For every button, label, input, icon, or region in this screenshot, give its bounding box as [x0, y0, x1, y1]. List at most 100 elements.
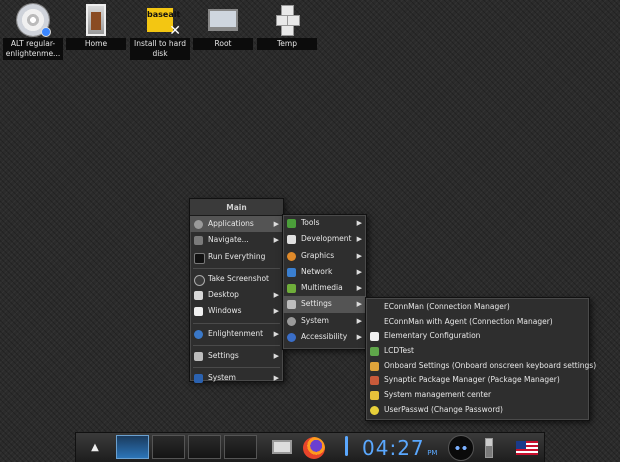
- submenu-arrow-icon: ▶: [273, 329, 279, 338]
- virtual-desktop-4[interactable]: [224, 435, 257, 459]
- tools-icon: [287, 219, 296, 228]
- basealt-logo-icon: basealt ✕: [147, 8, 181, 39]
- submenu-arrow-icon: ▶: [273, 374, 279, 383]
- chevron-up-icon: ▲: [91, 442, 99, 453]
- menu-item-take-screenshot[interactable]: Take Screenshot: [190, 271, 283, 287]
- desktop-icon-label: Install to hard disk: [130, 38, 190, 60]
- desktop-icon-label: Home: [66, 38, 126, 50]
- window-icon: [194, 307, 203, 317]
- computer-icon: [208, 9, 238, 31]
- submenu-arrow-icon: ▶: [356, 251, 362, 260]
- menu-item-applications[interactable]: Applications ▶: [190, 216, 283, 233]
- menu-item-settings[interactable]: Settings ▶: [283, 296, 366, 313]
- battery-icon: [485, 438, 493, 458]
- graphics-icon: [287, 251, 296, 261]
- clock-gadget[interactable]: 04:27 PM: [362, 435, 447, 461]
- menu-item-system-management[interactable]: System management center: [366, 388, 589, 403]
- applications-submenu: Tools ▶ Development ▶ Graphics ▶ Network ▶ M…: [282, 214, 367, 350]
- clock-ampm: PM: [427, 449, 438, 457]
- terminal-icon: [194, 252, 205, 264]
- us-flag-icon: [516, 441, 538, 455]
- submenu-arrow-icon: ▶: [273, 352, 279, 361]
- desktop-icon-label: ALT regular-enlightenme...: [3, 38, 63, 60]
- menu-item-synaptic[interactable]: Synaptic Package Manager (Package Manage…: [366, 373, 589, 388]
- submenu-arrow-icon: ▶: [356, 235, 362, 244]
- firefox-launcher[interactable]: [300, 435, 328, 461]
- menu-item-desktop[interactable]: Desktop ▶: [190, 287, 283, 303]
- menu-item-multimedia[interactable]: Multimedia ▶: [283, 280, 366, 296]
- settings-submenu: EConnMan (Connection Manager) EConnMan w…: [365, 297, 596, 421]
- boxes-icon: [276, 5, 300, 36]
- system-icon: [194, 374, 203, 384]
- keyboard-icon: [370, 361, 379, 371]
- menu-item-navigate[interactable]: Navigate... ▶: [190, 232, 283, 248]
- menu-item-onboard-settings[interactable]: Onboard Settings (Onboard onscreen keybo…: [366, 359, 596, 374]
- menu-item-elementary-config[interactable]: Elementary Configuration: [366, 329, 589, 344]
- wrench-icon: [194, 352, 203, 362]
- clock-time: 04:27: [362, 436, 425, 460]
- monitor-icon: [370, 347, 379, 357]
- desktop-icon-label: Temp: [257, 38, 317, 50]
- menu-item-system[interactable]: System ▶: [190, 370, 283, 386]
- menu-item-run-everything[interactable]: Run Everything: [190, 249, 283, 265]
- file-manager-launcher[interactable]: [269, 435, 295, 461]
- keyboard-layout-button[interactable]: [514, 435, 540, 461]
- elementary-icon: [370, 332, 379, 342]
- thermometer-gadget: [341, 435, 351, 461]
- enlightenment-icon: [194, 329, 203, 339]
- menu-item-windows[interactable]: Windows ▶: [190, 303, 283, 319]
- menu-item-accessibility[interactable]: Accessibility ▶: [283, 329, 366, 345]
- cd-icon: [17, 4, 51, 37]
- menu-item-network[interactable]: Network ▶: [283, 264, 366, 280]
- gear-icon: [194, 220, 203, 229]
- control-center-icon: [370, 391, 379, 401]
- start-button[interactable]: ▲: [82, 435, 108, 461]
- menu-item-enlightenment[interactable]: Enlightenment ▶: [190, 326, 283, 342]
- menu-item-system[interactable]: System ▶: [283, 313, 366, 329]
- home-door-icon: [86, 4, 106, 36]
- submenu-arrow-icon: ▶: [273, 291, 279, 300]
- connman-icon: [370, 319, 379, 328]
- virtual-desktop-2[interactable]: [152, 435, 185, 459]
- submenu-arrow-icon: ▶: [356, 284, 362, 293]
- virtual-desktop-1[interactable]: [116, 435, 149, 459]
- connman-icon: [370, 304, 379, 313]
- main-menu: Main Applications ▶ Navigate... ▶ Run Ever…: [189, 198, 284, 384]
- submenu-arrow-icon: ▶: [356, 316, 362, 325]
- menu-item-lcdtest[interactable]: LCDTest: [366, 344, 589, 359]
- submenu-arrow-icon: ▶: [356, 333, 362, 342]
- pager-orb[interactable]: [447, 435, 475, 461]
- menu-item-userpasswd[interactable]: UserPasswd (Change Password): [366, 403, 589, 418]
- menu-separator: [193, 265, 280, 269]
- desktop-icon-alt-disc[interactable]: ALT regular-enlightenme...: [2, 2, 64, 60]
- taskbar: ▲ 04:27 PM: [75, 432, 545, 462]
- eyes-icon: [448, 435, 474, 461]
- camera-icon: [194, 274, 205, 286]
- submenu-arrow-icon: ▶: [356, 267, 362, 276]
- menu-item-graphics[interactable]: Graphics ▶: [283, 248, 366, 264]
- submenu-arrow-icon: ▶: [273, 307, 279, 316]
- menu-item-settings[interactable]: Settings ▶: [190, 348, 283, 364]
- menu-item-econnman-agent[interactable]: EConnMan with Agent (Connection Manager): [366, 315, 589, 330]
- desktop-icon-label: Root: [193, 38, 253, 50]
- virtual-desktop-3[interactable]: [188, 435, 221, 459]
- folder-icon: [194, 236, 203, 246]
- package-icon: [370, 376, 379, 386]
- menu-item-tools[interactable]: Tools ▶: [283, 215, 366, 231]
- settings-icon: [287, 300, 296, 310]
- desktop-icon-home[interactable]: Home: [65, 2, 127, 50]
- computer-icon: [272, 440, 292, 454]
- system-icon: [287, 316, 296, 326]
- desktop-icon: [194, 291, 203, 301]
- menu-item-development[interactable]: Development ▶: [283, 231, 366, 247]
- accessibility-icon: [287, 333, 296, 343]
- multimedia-icon: [287, 284, 296, 294]
- menu-separator: [193, 342, 280, 347]
- battery-gadget[interactable]: [481, 435, 497, 461]
- main-menu-title: Main: [190, 199, 283, 216]
- desktop-icon-temp[interactable]: Temp: [256, 2, 318, 50]
- desktop-icon-install[interactable]: basealt ✕ Install to hard disk: [129, 2, 191, 60]
- menu-item-econnman[interactable]: EConnMan (Connection Manager): [366, 300, 589, 315]
- desktop-icon-root[interactable]: Root: [192, 2, 254, 50]
- submenu-arrow-icon: ▶: [356, 300, 362, 309]
